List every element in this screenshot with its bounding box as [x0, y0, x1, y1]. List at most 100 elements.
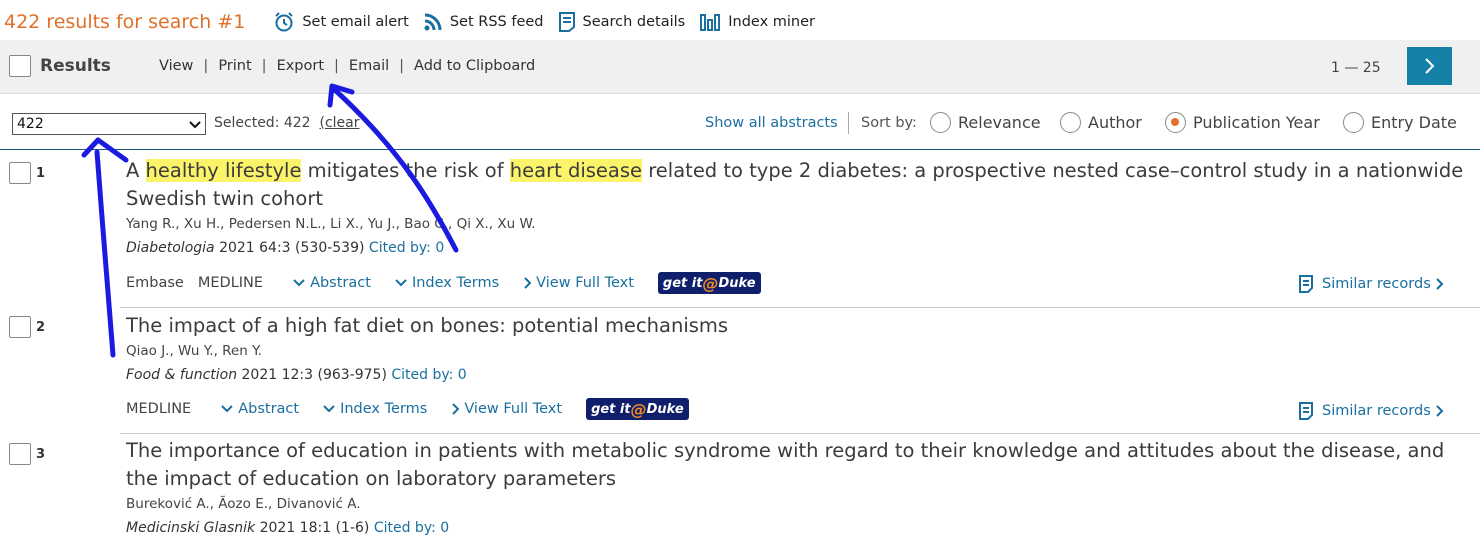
separator: | — [399, 58, 405, 74]
clear-selection-link[interactable]: (clear — [319, 115, 359, 131]
get-it-at-duke-button[interactable]: get it @ Duke — [586, 398, 689, 420]
result-count-select[interactable]: 422 — [12, 113, 206, 135]
results-count: 422 results for search #1 — [4, 11, 246, 33]
record-number: 3 — [36, 447, 46, 462]
title-text: A — [126, 159, 146, 182]
document-icon — [558, 12, 575, 32]
chevron-down-icon — [323, 405, 335, 413]
record-title-link[interactable]: The impact of a high fat diet on bones: … — [126, 312, 1466, 340]
record-checkbox[interactable] — [9, 443, 31, 465]
record-number: 2 — [36, 320, 46, 335]
record-title-link[interactable]: A healthy lifestyle mitigates the risk o… — [126, 157, 1466, 213]
chevron-down-icon — [293, 279, 305, 287]
chevron-right-icon — [1436, 278, 1444, 290]
record-source: Diabetologia 2021 64:3 (530-539) Cited b… — [126, 240, 444, 256]
record-divider — [120, 307, 1480, 308]
divider — [848, 112, 849, 134]
similar-records-link[interactable]: Similar records — [1298, 401, 1451, 421]
separator: | — [334, 58, 339, 74]
get-it-at-duke-button[interactable]: get it @ Duke — [657, 272, 761, 294]
record-source: Food & function 2021 12:3 (963-975) Cite… — [126, 367, 467, 383]
cited-by-link[interactable]: Cited by: 0 — [391, 367, 466, 383]
record-links: Embase MEDLINE Abstract Index Terms View… — [126, 272, 761, 294]
chevron-right-icon — [1424, 58, 1434, 74]
title-text: mitigates the risk of — [301, 159, 510, 182]
sort-relevance-radio[interactable] — [930, 112, 951, 133]
abstract-label: Abstract — [238, 401, 300, 417]
record-authors: Bureković A., Ãozo E., Divanović A. — [126, 496, 361, 512]
journal-name: Medicinski Glasnik — [126, 520, 256, 536]
chevron-down-icon — [221, 405, 233, 413]
set-rss-feed-link[interactable]: Set RSS feed — [423, 12, 544, 32]
cited-by-link[interactable]: Cited by: 0 — [374, 520, 449, 536]
similar-records-label: Similar records — [1322, 276, 1431, 292]
separator: | — [203, 58, 209, 74]
sort-publication-year-option[interactable]: Publication Year — [1165, 112, 1320, 133]
annotation-arrow-to-select — [94, 149, 116, 358]
getit-at: @ — [630, 399, 647, 419]
selected-count: Selected: 422 (clear — [214, 115, 359, 131]
database-label: MEDLINE — [197, 275, 264, 291]
sort-relevance-option[interactable]: Relevance — [930, 112, 1041, 133]
chevron-right-icon — [524, 277, 532, 289]
index-miner-link[interactable]: Index miner — [699, 12, 815, 32]
index-terms-label: Index Terms — [411, 275, 500, 291]
similar-records-icon — [1299, 402, 1313, 420]
show-all-abstracts-link[interactable]: Show all abstracts — [705, 115, 838, 131]
abstract-toggle[interactable]: Abstract — [221, 401, 299, 417]
database-label: Embase — [126, 275, 184, 291]
getit-prefix: get it — [591, 401, 631, 417]
view-link[interactable]: View — [159, 58, 193, 74]
separator: | — [261, 58, 267, 74]
search-header: 422 results for search #1 Set email aler… — [0, 0, 1480, 44]
email-link[interactable]: Email — [349, 58, 389, 74]
selected-label: Selected: 422 — [214, 115, 311, 131]
sort-author-label: Author — [1088, 113, 1142, 132]
abstract-toggle[interactable]: Abstract — [293, 275, 371, 291]
record-number: 1 — [36, 166, 46, 181]
record-divider — [120, 433, 1480, 434]
sort-publication-year-radio[interactable] — [1165, 112, 1186, 133]
add-to-clipboard-link[interactable]: Add to Clipboard — [414, 58, 535, 74]
index-miner-label: Index miner — [728, 14, 815, 30]
view-full-text-link[interactable]: View Full Text — [523, 275, 634, 291]
view-full-text-link[interactable]: View Full Text — [451, 401, 562, 417]
title-highlight: heart disease — [509, 159, 643, 182]
export-link[interactable]: Export — [277, 58, 324, 74]
getit-prefix: get it — [662, 275, 703, 291]
sort-entry-date-option[interactable]: Entry Date — [1343, 112, 1457, 133]
similar-records-link[interactable]: Similar records — [1298, 274, 1451, 294]
set-email-alert-label: Set email alert — [302, 14, 409, 30]
chevron-right-icon — [452, 403, 460, 415]
cited-by-link[interactable]: Cited by: 0 — [369, 240, 444, 256]
record-title-link[interactable]: The importance of education in patients … — [126, 437, 1466, 493]
view-full-text-label: View Full Text — [536, 275, 634, 291]
set-rss-feed-label: Set RSS feed — [449, 14, 544, 30]
index-terms-toggle[interactable]: Index Terms — [323, 401, 427, 417]
sort-entry-date-radio[interactable] — [1343, 112, 1364, 133]
sort-entry-date-label: Entry Date — [1371, 113, 1457, 132]
record-checkbox[interactable] — [9, 162, 31, 184]
sort-publication-year-label: Publication Year — [1193, 113, 1320, 132]
print-link[interactable]: Print — [218, 58, 251, 74]
record-authors: Qiao J., Wu Y., Ren Y. — [126, 343, 262, 359]
title-text: The importance of education in patients … — [126, 439, 1445, 490]
sort-author-option[interactable]: Author — [1060, 112, 1142, 133]
getit-at: @ — [702, 273, 719, 293]
index-terms-toggle[interactable]: Index Terms — [395, 275, 499, 291]
sort-relevance-label: Relevance — [958, 113, 1041, 132]
similar-records-icon — [1299, 275, 1313, 293]
set-email-alert-link[interactable]: Set email alert — [273, 11, 409, 33]
alarm-clock-icon — [275, 12, 294, 32]
sort-author-radio[interactable] — [1060, 112, 1081, 133]
abstract-label: Abstract — [310, 275, 371, 291]
getit-suffix: Duke — [646, 401, 684, 417]
citation-details: 2021 12:3 (963-975) — [237, 367, 392, 383]
search-details-link[interactable]: Search details — [558, 11, 685, 33]
record-checkbox[interactable] — [9, 316, 31, 338]
select-all-checkbox[interactable] — [9, 55, 31, 77]
results-controls: 422 Selected: 422 (clear Show all abstra… — [0, 94, 1480, 150]
next-page-button[interactable] — [1407, 47, 1452, 85]
result-count-value: 422 — [17, 116, 44, 132]
rss-icon — [424, 13, 442, 31]
